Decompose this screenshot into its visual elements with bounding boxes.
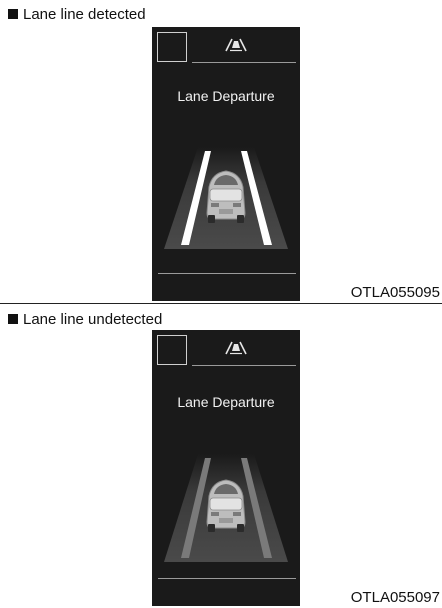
panel-caption: Lane line undetected	[8, 311, 162, 329]
instrument-cluster-display: Lane Departure	[152, 27, 300, 301]
cluster-title: Lane Departure	[177, 394, 275, 410]
caption-text: Lane line undetected	[23, 311, 163, 328]
lane-assist-icon	[225, 38, 247, 52]
divider-line	[192, 62, 296, 63]
panel-caption: Lane line detected	[8, 6, 146, 24]
instrument-cluster-display: Lane Departure	[152, 330, 300, 606]
lane-assist-icon	[225, 341, 247, 355]
divider-line	[158, 273, 296, 274]
figure-code: OTLA055095	[350, 284, 440, 301]
square-bullet-icon	[8, 9, 18, 19]
figure-panel-detected: Lane line detected Lane Departure OTLA05…	[0, 0, 442, 304]
mode-indicator-box	[157, 32, 187, 62]
divider-line	[158, 578, 296, 579]
square-bullet-icon	[8, 314, 18, 324]
car-icon	[206, 170, 246, 223]
divider-line	[192, 365, 296, 366]
road-scene	[164, 454, 288, 562]
mode-indicator-box	[157, 335, 187, 365]
figure-code: OTLA055097	[350, 589, 440, 606]
car-icon	[206, 479, 246, 532]
road-scene	[164, 147, 288, 249]
caption-text: Lane line detected	[23, 6, 146, 23]
figure-panel-undetected: Lane line undetected Lane Departure OTLA…	[0, 305, 442, 608]
cluster-title: Lane Departure	[177, 88, 275, 104]
